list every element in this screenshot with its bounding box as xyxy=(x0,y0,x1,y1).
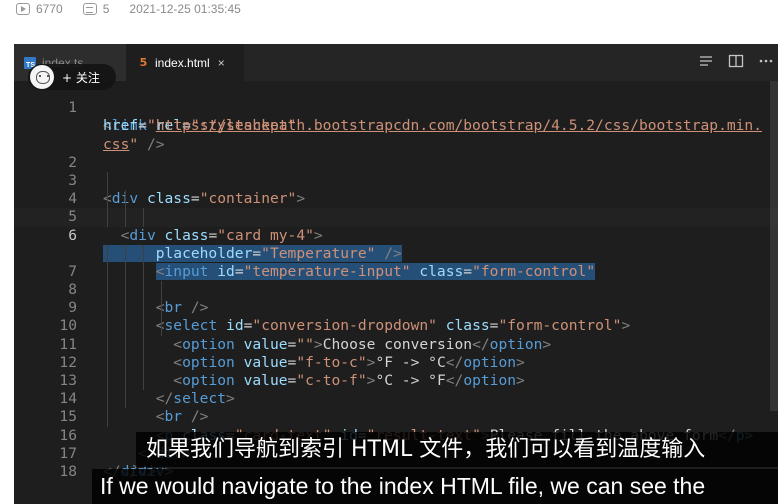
code-line: 7 <br /> xyxy=(14,244,778,316)
close-tab-icon[interactable]: × xyxy=(218,56,225,70)
video-meta-bar: 6770 5 2021-12-25 01:35:45 xyxy=(16,0,241,18)
follow-label: + 关注 xyxy=(62,70,100,85)
code-line-wrap: css" /> xyxy=(14,117,778,153)
split-editor-icon[interactable] xyxy=(728,54,744,72)
code-line: 5 <div class="card-body"> xyxy=(14,190,778,262)
code-area[interactable]: 1 <link rel="stylesheet" href="https://s… xyxy=(14,81,778,480)
more-icon[interactable] xyxy=(758,54,774,72)
code-line: 10 <option value="f-to-c">°F -> °C</opti… xyxy=(14,299,778,371)
subtitle-chinese: 如果我们导航到索引 HTML 文件，我们可以看到温度输入 xyxy=(136,432,778,467)
code-line: 3 <div class="container"> xyxy=(14,154,778,207)
code-line: 12 </select> xyxy=(14,335,778,407)
code-line: 9 <option value="">Choose conversion</op… xyxy=(14,281,778,353)
code-line: 2 xyxy=(14,136,778,171)
code-line: 11 <option value="c-to-f">°C -> °F</opti… xyxy=(14,317,778,389)
line-number: 18 xyxy=(59,462,77,480)
play-count: 6770 xyxy=(36,2,63,16)
follow-button[interactable]: + 关注 xyxy=(28,64,116,90)
code-line-selected: 6 <input id="temperature-input" class="f… xyxy=(14,208,778,280)
tab-label: index.html xyxy=(155,55,210,70)
avatar[interactable] xyxy=(30,65,54,89)
code-line: 14 <p class="card-text" id="result-text"… xyxy=(14,372,778,444)
outline-icon[interactable] xyxy=(698,54,714,72)
editor-scrollbar[interactable] xyxy=(770,81,778,411)
code-line: 13 <br /> xyxy=(14,353,778,425)
tab-index-html[interactable]: 5 index.html × xyxy=(126,44,244,81)
code-line: 8 <select id="conversion-dropdown" class… xyxy=(14,262,778,334)
code-line: 16 </div> xyxy=(14,408,778,480)
code-line: 1 <link rel="stylesheet" xyxy=(14,81,778,134)
subtitle-english: If we would navigate to the index HTML f… xyxy=(92,469,778,504)
editor-tab-bar: TS index.ts 5 index.html × xyxy=(14,44,778,81)
code-line-wrap: href="https://stackpath.bootstrapcdn.com… xyxy=(14,99,778,134)
html5-icon: 5 xyxy=(139,56,148,69)
comment-count-icon xyxy=(82,3,97,15)
code-line: 15 </div> xyxy=(14,390,778,462)
code-line-selected: placeholder="Temperature" /> xyxy=(14,227,778,262)
upload-timestamp: 2021-12-25 01:35:45 xyxy=(129,2,241,16)
editor-actions xyxy=(698,44,778,81)
play-count-icon xyxy=(16,3,30,15)
code-line: 4 <div class="card my-4"> xyxy=(14,171,778,244)
comment-count: 5 xyxy=(102,2,110,16)
